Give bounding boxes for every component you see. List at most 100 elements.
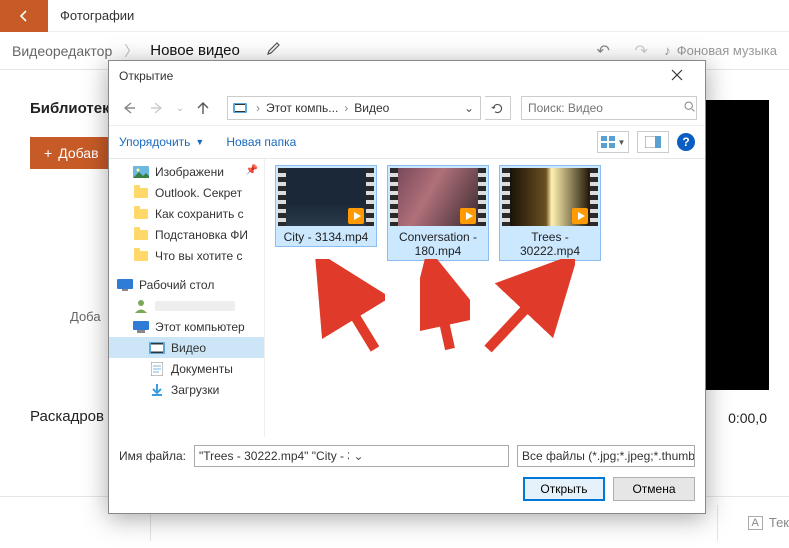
tree-item-thispc[interactable]: Этот компьютер xyxy=(109,316,264,337)
text-icon: A xyxy=(748,516,763,530)
app-title: Фотографии xyxy=(60,8,134,23)
dialog-title: Открытие xyxy=(119,69,173,83)
preview-pane-icon xyxy=(645,136,661,148)
breadcrumb-current[interactable]: Новое видео xyxy=(150,42,240,59)
tree-label: Как сохранить с xyxy=(155,207,244,221)
back-button[interactable] xyxy=(0,0,48,32)
downloads-icon xyxy=(149,382,165,398)
organize-button[interactable]: Упорядочить ▼ xyxy=(119,135,204,149)
file-open-dialog: Открытие ⌄ › Этот компь... › Видео ⌄ xyxy=(108,60,706,514)
video-icon xyxy=(149,340,165,356)
tree-item-documents[interactable]: Документы xyxy=(109,358,264,379)
plus-icon: + xyxy=(44,145,52,161)
file-list[interactable]: City - 3134.mp4 Conversation - 180.mp4 T… xyxy=(265,159,705,437)
chevron-down-icon[interactable]: ⌄ xyxy=(458,101,480,115)
search-input[interactable] xyxy=(528,101,683,115)
address-segment[interactable]: Этот компь... xyxy=(266,101,338,115)
filename-input[interactable]: "Trees - 30222.mp4" "City - 3134 ⌄ xyxy=(194,445,509,467)
arrow-left-icon xyxy=(121,100,137,116)
tree-label xyxy=(155,301,235,311)
cancel-button[interactable]: Отмена xyxy=(613,477,695,501)
images-icon xyxy=(133,164,149,180)
chevron-down-icon: ▼ xyxy=(618,138,626,147)
redo-button[interactable]: ↷ xyxy=(626,41,656,61)
user-icon xyxy=(133,298,149,314)
file-item[interactable]: Trees - 30222.mp4 xyxy=(499,165,601,261)
bg-music-button[interactable]: ♪ Фоновая музыка xyxy=(664,43,777,58)
nav-up-button[interactable] xyxy=(191,96,215,120)
undo-button[interactable]: ↶ xyxy=(588,41,618,61)
chevron-right-icon: › xyxy=(252,101,264,115)
open-button[interactable]: Открыть xyxy=(523,477,605,501)
help-button[interactable]: ? xyxy=(677,133,695,151)
text-button[interactable]: A Тек xyxy=(748,515,789,530)
filter-label: Все файлы (*.jpg;*.jpeg;*.thumb xyxy=(522,449,695,463)
play-icon xyxy=(572,208,588,224)
play-icon xyxy=(460,208,476,224)
tree-item-howto[interactable]: Как сохранить с xyxy=(109,203,264,224)
play-icon xyxy=(348,208,364,224)
computer-icon xyxy=(133,319,149,335)
preview-pane-button[interactable] xyxy=(637,131,669,153)
file-item[interactable]: Conversation - 180.mp4 xyxy=(387,165,489,261)
tree-label: Outlook. Секрет xyxy=(155,186,242,200)
dialog-titlebar: Открытие xyxy=(109,61,705,91)
folder-icon xyxy=(133,227,149,243)
folder-icon xyxy=(133,206,149,222)
tree-item-downloads[interactable]: Загрузки xyxy=(109,379,264,400)
refresh-icon xyxy=(491,102,504,115)
search-box[interactable] xyxy=(521,96,697,120)
file-item[interactable]: City - 3134.mp4 xyxy=(275,165,377,247)
new-folder-button[interactable]: Новая папка xyxy=(226,135,296,149)
tree-item-podstanovka[interactable]: Подстановка ФИ xyxy=(109,224,264,245)
tree-item-whatyou[interactable]: Что вы хотите с xyxy=(109,245,264,266)
folder-icon xyxy=(133,185,149,201)
close-icon xyxy=(671,69,683,81)
dialog-body: Изображени 📌 Outlook. Секрет Как сохрани… xyxy=(109,159,705,437)
tree-item-images[interactable]: Изображени 📌 xyxy=(109,161,264,182)
documents-icon xyxy=(149,361,165,377)
annotation-arrow xyxy=(315,259,385,354)
nav-back-button[interactable] xyxy=(117,96,141,120)
filter-dropdown[interactable]: Все файлы (*.jpg;*.jpeg;*.thumb ⌄ xyxy=(517,445,695,467)
chevron-right-icon: 〉 xyxy=(124,41,138,61)
file-name: Conversation - 180.mp4 xyxy=(390,230,486,258)
refresh-button[interactable] xyxy=(485,96,511,120)
nav-tree[interactable]: Изображени 📌 Outlook. Секрет Как сохрани… xyxy=(109,159,265,437)
add-button[interactable]: + Добав xyxy=(30,137,113,169)
tree-item-desktop[interactable]: Рабочий стол xyxy=(109,274,264,295)
music-icon: ♪ xyxy=(664,43,671,58)
recent-dropdown[interactable]: ⌄ xyxy=(173,96,187,120)
video-thumbnail xyxy=(278,168,374,226)
annotation-arrow xyxy=(480,259,575,354)
chevron-down-icon: ▼ xyxy=(195,137,204,147)
close-button[interactable] xyxy=(657,68,697,85)
dialog-toolbar: Упорядочить ▼ Новая папка ▼ ? xyxy=(109,125,705,159)
tree-label: Видео xyxy=(171,341,206,355)
tree-label: Подстановка ФИ xyxy=(155,228,248,242)
address-segment[interactable]: Видео xyxy=(354,101,389,115)
chevron-down-icon[interactable]: ⌄ xyxy=(349,449,504,463)
tree-item-user[interactable] xyxy=(109,295,264,316)
organize-label: Упорядочить xyxy=(119,135,190,149)
dialog-bottom: Имя файла: "Trees - 30222.mp4" "City - 3… xyxy=(109,437,705,513)
breadcrumb-parent[interactable]: Видеоредактор xyxy=(12,43,112,59)
tree-label: Что вы хотите с xyxy=(155,249,243,263)
desktop-icon xyxy=(117,277,133,293)
add-button-label: Добав xyxy=(58,145,98,161)
file-name: Trees - 30222.mp4 xyxy=(502,230,598,258)
app-header: Фотографии xyxy=(0,0,789,32)
folder-icon xyxy=(133,248,149,264)
cancel-label: Отмена xyxy=(632,482,675,496)
view-mode-button[interactable]: ▼ xyxy=(597,131,629,153)
tree-label: Документы xyxy=(171,362,233,376)
nav-forward-button[interactable] xyxy=(145,96,169,120)
arrow-left-icon xyxy=(16,8,32,24)
thumbnails-icon xyxy=(601,136,615,148)
tree-item-outlook[interactable]: Outlook. Секрет xyxy=(109,182,264,203)
tree-label: Этот компьютер xyxy=(155,320,245,334)
tree-item-video[interactable]: Видео xyxy=(109,337,264,358)
address-bar[interactable]: › Этот компь... › Видео ⌄ xyxy=(227,96,481,120)
time-display: 0:00,0 xyxy=(728,410,767,426)
edit-icon[interactable] xyxy=(266,40,282,61)
